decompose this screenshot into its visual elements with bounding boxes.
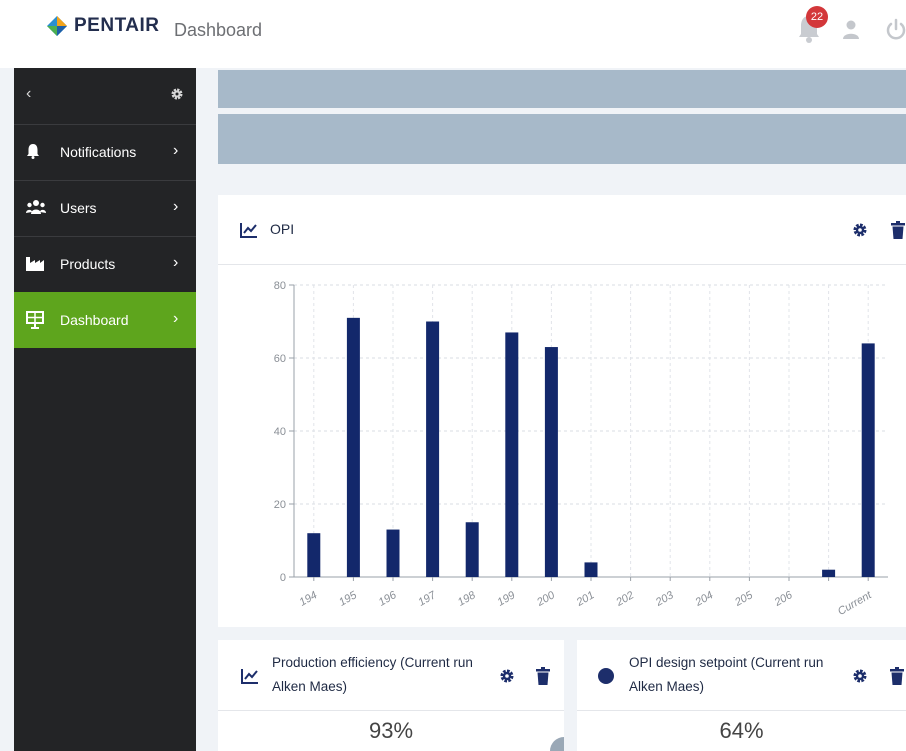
x-tick-label: 194 (297, 589, 319, 609)
chart-bar (307, 533, 321, 577)
x-tick-label: 201 (574, 589, 597, 609)
pentair-logo-icon (47, 16, 67, 36)
trash-icon[interactable] (890, 667, 904, 685)
sidebar-item-dashboard[interactable]: Dashboard › (14, 292, 196, 348)
presentation-board-icon (26, 311, 44, 329)
y-tick-label: 60 (274, 353, 286, 365)
x-tick-label: 203 (653, 589, 677, 610)
top-bar: PENTAIR Dashboard 22 (0, 0, 906, 68)
opi-bar-chart: 0 20 40 60 80 194 195 196 197 198 199 200 201 202 203 2… (274, 280, 888, 618)
line-chart-icon (241, 669, 258, 684)
gear-icon[interactable] (852, 222, 868, 238)
chart-bar (544, 347, 558, 577)
x-tick-label: 196 (377, 589, 400, 609)
gear-icon[interactable] (499, 668, 515, 684)
chart-bar (584, 562, 598, 577)
x-tick-label: 197 (416, 589, 439, 609)
line-chart-icon (240, 223, 257, 238)
chart-axes (289, 284, 888, 581)
x-tick-label: 204 (693, 589, 716, 609)
sidebar-item-users[interactable]: Users › (14, 180, 196, 236)
page-title: Dashboard (174, 20, 263, 40)
x-tick-label: 199 (495, 589, 517, 609)
card-header: OPI (218, 195, 906, 265)
bell-icon (27, 144, 39, 159)
x-tick-label: 206 (772, 589, 796, 610)
sidebar-item-notifications[interactable]: Notifications › (14, 124, 196, 180)
chevron-right-icon: › (173, 254, 179, 271)
chart-bar (861, 343, 875, 577)
brand-name: PENTAIR (74, 15, 160, 36)
trash-icon[interactable] (536, 667, 550, 685)
power-icon[interactable] (886, 18, 906, 40)
chevron-right-icon: › (173, 198, 179, 215)
sidebar-header: ‹ (14, 68, 196, 124)
card-header: OPI design setpoint (Current run Alken M… (577, 640, 906, 711)
x-tick-label: 198 (456, 589, 479, 609)
opi-chart-card: OPI 0 20 40 60 80 194 195 196 197 198 199 200 201 202… (218, 195, 906, 627)
sidebar-item-products[interactable]: Products › (14, 236, 196, 292)
x-tick-label: 202 (613, 589, 636, 609)
gear-icon[interactable] (852, 668, 868, 684)
gear-icon[interactable] (170, 87, 184, 101)
y-tick-label: 40 (274, 426, 286, 438)
users-icon (26, 200, 46, 214)
filter-band (218, 70, 906, 108)
x-tick-label: 200 (534, 589, 558, 610)
chart-bar (346, 317, 360, 577)
x-tick-label: 205 (732, 589, 756, 610)
kpi-value: 64% (719, 718, 764, 743)
chart-labels: 0 20 40 60 80 194 195 196 197 198 199 200 201 202 203 2… (274, 280, 875, 618)
chart-grid (294, 284, 888, 577)
info-band (218, 114, 906, 164)
chevron-right-icon: › (173, 142, 179, 159)
sidebar-item-label: Notifications (60, 144, 137, 160)
dot-icon (598, 668, 614, 684)
card-title: OPI (270, 221, 295, 237)
chevron-right-icon: › (173, 310, 179, 327)
sidebar: ‹ Notifications › Users › Products › Das… (14, 68, 196, 751)
opi-design-setpoint-card: OPI design setpoint (Current run Alken M… (577, 640, 906, 751)
card-title: Production efficiency (Current run Alken… (272, 655, 473, 694)
card-header: Production efficiency (Current run Alken… (218, 640, 564, 711)
trash-icon[interactable] (891, 221, 905, 239)
sidebar-item-label: Products (60, 256, 116, 272)
chart-bar (426, 321, 440, 577)
notification-badge[interactable]: 22 (806, 6, 828, 28)
y-tick-label: 80 (274, 280, 286, 292)
user-icon[interactable] (843, 20, 859, 40)
card-title: OPI design setpoint (Current run Alken M… (629, 655, 824, 694)
sidebar-item-label: Dashboard (60, 312, 129, 328)
x-tick-label: 195 (337, 589, 360, 609)
chart-bar (505, 332, 519, 577)
chevron-left-icon[interactable]: ‹ (26, 85, 31, 103)
x-tick-label: Current (836, 589, 875, 618)
brand-logo[interactable]: PENTAIR (46, 15, 159, 37)
y-tick-label: 20 (274, 499, 286, 511)
chart-bar (822, 569, 836, 577)
y-tick-label: 0 (280, 572, 286, 584)
kpi-value: 93% (368, 718, 414, 743)
chart-bar (386, 529, 400, 577)
sidebar-item-label: Users (60, 200, 97, 216)
production-efficiency-card: Production efficiency (Current run Alken… (218, 640, 564, 751)
chart-bar (465, 522, 479, 577)
factory-icon (26, 257, 44, 271)
